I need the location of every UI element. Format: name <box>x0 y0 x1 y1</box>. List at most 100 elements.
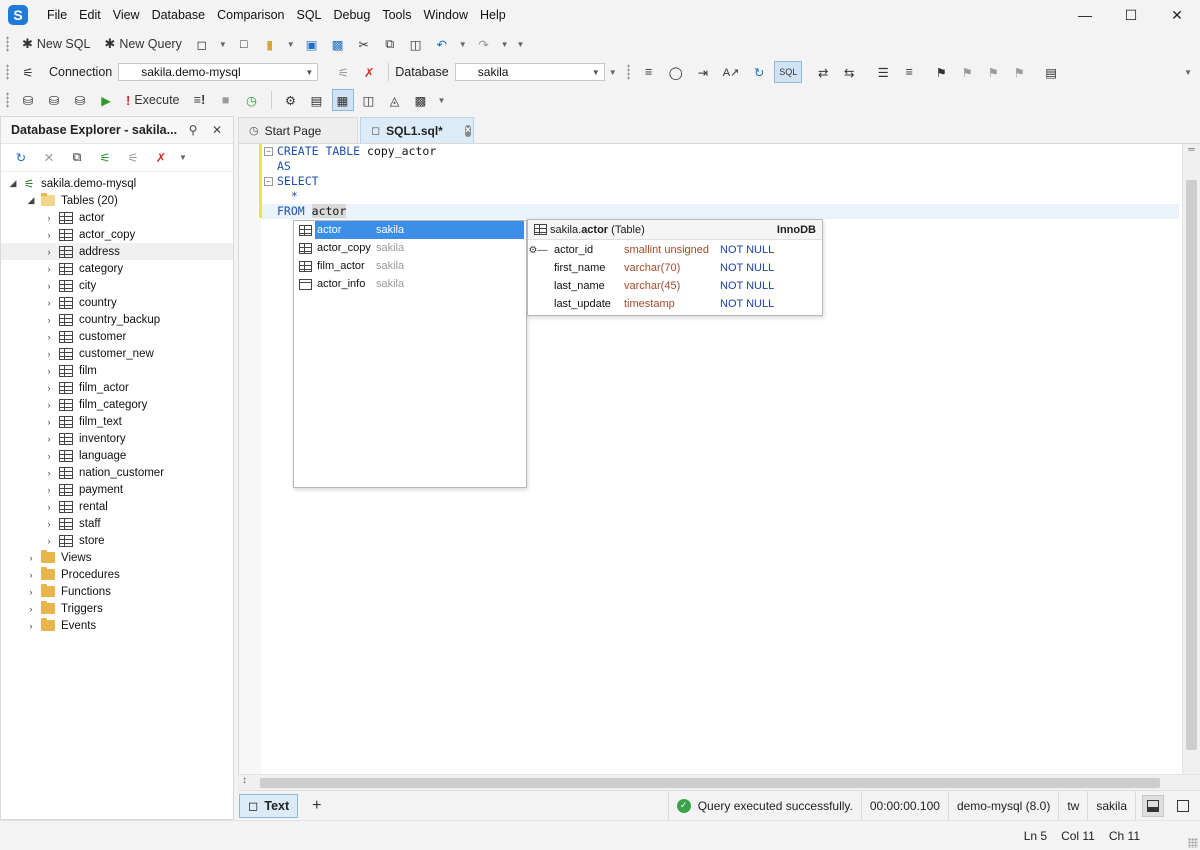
explorer-collapse-button[interactable]: ⧉ <box>66 147 88 169</box>
close-window-icon[interactable]: ✕ <box>1154 0 1200 30</box>
toolbar-grip[interactable] <box>6 64 9 80</box>
paste-button[interactable]: ◫ <box>405 33 427 55</box>
tree-folder-item[interactable]: › Events <box>1 617 233 634</box>
explorer-delete-button[interactable]: ✕ <box>38 147 60 169</box>
collapsed-arrow-icon[interactable]: › <box>43 485 55 495</box>
outline-button[interactable]: ☰ <box>872 61 894 83</box>
collapsed-arrow-icon[interactable]: › <box>43 315 55 325</box>
layout-bottom-button[interactable] <box>1142 794 1164 817</box>
tree-table-item[interactable]: › country <box>1 294 233 311</box>
db-button-3[interactable]: ⛁ <box>69 89 91 111</box>
collapsed-arrow-icon[interactable]: › <box>43 298 55 308</box>
maximize-icon[interactable]: ☐ <box>1108 0 1154 30</box>
collapsed-arrow-icon[interactable]: › <box>43 230 55 240</box>
tree-folder-item[interactable]: › Functions <box>1 583 233 600</box>
tree-table-item[interactable]: › language <box>1 447 233 464</box>
new-query-button[interactable]: ✱ New Query <box>99 33 186 55</box>
collapsed-arrow-icon[interactable]: › <box>25 621 37 631</box>
tree-table-item[interactable]: › staff <box>1 515 233 532</box>
add-view-icon[interactable]: + <box>312 797 321 815</box>
undo-button[interactable]: ↶ <box>431 33 453 55</box>
tab-start-page[interactable]: ◷ Start Page <box>238 117 358 143</box>
history-button[interactable]: ◷ <box>241 89 263 111</box>
explorer-disconnect-button[interactable]: ✗ <box>150 147 172 169</box>
collapsed-arrow-icon[interactable]: › <box>43 417 55 427</box>
outline-toggle-button[interactable]: ≡ <box>898 61 920 83</box>
collapsed-arrow-icon[interactable]: › <box>43 332 55 342</box>
collapsed-arrow-icon[interactable]: › <box>43 468 55 478</box>
execution-toolbar-options-icon[interactable]: ▼ <box>438 96 446 105</box>
tree-table-item[interactable]: › film <box>1 362 233 379</box>
redo-button[interactable]: ↷ <box>473 33 495 55</box>
split-editor-icon[interactable]: ═ <box>1183 144 1200 160</box>
save-button[interactable]: ▣ <box>301 33 323 55</box>
toolbar-grip[interactable] <box>626 64 630 80</box>
comment-button[interactable]: ⇄ <box>812 61 834 83</box>
tree-folder-item[interactable]: › Triggers <box>1 600 233 617</box>
tab-sql1[interactable]: ◻ SQL1.sql* × <box>360 117 474 143</box>
run-button[interactable]: ▶ <box>95 89 117 111</box>
collapsed-arrow-icon[interactable]: › <box>43 434 55 444</box>
tree-table-item[interactable]: › store <box>1 532 233 549</box>
pin-icon[interactable]: ⚲ <box>185 123 201 137</box>
tree-table-item[interactable]: › customer <box>1 328 233 345</box>
expanded-arrow-icon[interactable]: ◢ <box>7 178 19 189</box>
chart-button[interactable]: ◬ <box>384 89 406 111</box>
fold-toggle-icon[interactable]: − <box>264 147 273 156</box>
collapsed-arrow-icon[interactable]: › <box>43 400 55 410</box>
collapsed-arrow-icon[interactable]: › <box>43 213 55 223</box>
new-document-button[interactable]: □ <box>233 33 255 55</box>
format-button[interactable]: ≡ <box>638 61 660 83</box>
collapsed-arrow-icon[interactable]: › <box>43 264 55 274</box>
sql-mode-button[interactable]: SQL <box>774 61 803 83</box>
copy-button[interactable]: ⧉ <box>379 33 401 55</box>
horizontal-scroll-thumb[interactable] <box>260 778 1160 788</box>
collapsed-arrow-icon[interactable]: › <box>25 587 37 597</box>
tree-table-item[interactable]: › city <box>1 277 233 294</box>
autocomplete-item[interactable]: actor sakila <box>294 221 526 239</box>
bookmark-button[interactable]: ⚑ <box>930 61 952 83</box>
tree-table-item[interactable]: › address <box>1 243 233 260</box>
execute-button[interactable]: ! Execute <box>121 89 185 111</box>
explorer-connect-button[interactable]: ⚟ <box>122 147 144 169</box>
refresh-button[interactable]: ↻ <box>748 61 770 83</box>
collapsed-arrow-icon[interactable]: › <box>43 247 55 257</box>
tree-table-item[interactable]: › rental <box>1 498 233 515</box>
tree-table-item[interactable]: › film_text <box>1 413 233 430</box>
new-item-button[interactable]: ◻ <box>191 33 213 55</box>
profiler-button[interactable]: ⚙ <box>280 89 302 111</box>
autocomplete-item[interactable]: actor_copy sakila <box>294 239 526 257</box>
tree-table-item[interactable]: › actor <box>1 209 233 226</box>
prev-bookmark-button[interactable]: ⚑ <box>956 61 978 83</box>
save-all-button[interactable]: ▩ <box>327 33 349 55</box>
toolbar-options-icon[interactable]: ▼ <box>517 40 525 49</box>
database-select[interactable]: sakila ▼ <box>454 63 605 81</box>
collapsed-arrow-icon[interactable]: › <box>43 383 55 393</box>
menu-sql[interactable]: SQL <box>290 0 327 30</box>
menu-comparison[interactable]: Comparison <box>211 0 290 30</box>
tree-folder-item[interactable]: › Views <box>1 549 233 566</box>
collapsed-arrow-icon[interactable]: › <box>43 366 55 376</box>
tree-table-item[interactable]: › actor_copy <box>1 226 233 243</box>
tree-table-item[interactable]: › film_actor <box>1 379 233 396</box>
menu-window[interactable]: Window <box>418 0 474 30</box>
menu-database[interactable]: Database <box>146 0 212 30</box>
menu-debug[interactable]: Debug <box>328 0 377 30</box>
database-toolbar-options-icon[interactable]: ▼ <box>609 68 617 77</box>
code-area[interactable]: CREATE TABLE copy_actor AS SELECT * FROM… <box>277 144 436 219</box>
tree-tables-folder[interactable]: ◢ Tables (20) <box>1 192 233 209</box>
close-tab-icon[interactable]: × <box>464 124 471 137</box>
collapsed-arrow-icon[interactable]: › <box>43 451 55 461</box>
connect-db-button[interactable]: ⚟ <box>332 61 354 83</box>
tree-table-item[interactable]: › nation_customer <box>1 464 233 481</box>
text-view-button[interactable]: ◻ Text <box>239 793 299 818</box>
case-button[interactable]: A↗ <box>718 61 745 83</box>
explorer-toolbar-options-icon[interactable]: ▼ <box>179 153 187 162</box>
close-panel-icon[interactable]: ✕ <box>209 123 225 137</box>
db-button-2[interactable]: ⛁ <box>43 89 65 111</box>
app-logo-icon[interactable]: S <box>8 5 28 25</box>
clear-bookmarks-button[interactable]: ⚑ <box>1008 61 1030 83</box>
vertical-scroll-thumb[interactable] <box>1186 180 1197 750</box>
undo-dropdown-icon[interactable]: ▼ <box>459 40 467 49</box>
collapsed-arrow-icon[interactable]: › <box>43 519 55 529</box>
